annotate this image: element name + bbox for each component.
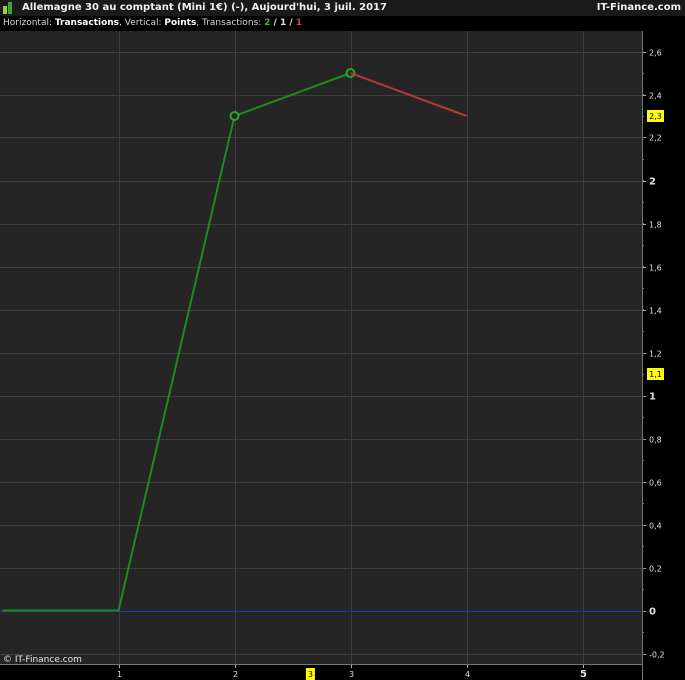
y-tick-label: 1,8 <box>649 221 662 230</box>
x-axis-strip <box>0 664 642 680</box>
y-tick-label: 2,4 <box>649 92 662 101</box>
y-tick-label: 1,4 <box>649 307 662 316</box>
y-tick-label: 0,8 <box>649 436 662 445</box>
x-tick-label: 4 <box>465 670 470 679</box>
x-highlight-label: 3 <box>308 670 313 679</box>
y-tick-label: 1,6 <box>649 264 662 273</box>
y-highlight-label: 2,3 <box>649 112 662 121</box>
y-tick-label: -0,2 <box>649 651 665 660</box>
y-tick-label: 0 <box>649 607 656 618</box>
y-tick-label: 1 <box>649 392 656 403</box>
x-tick-label: 2 <box>233 670 238 679</box>
y-tick-label: 1,2 <box>649 350 662 359</box>
x-tick-label: 1 <box>117 670 122 679</box>
x-tick-label: 3 <box>349 670 354 679</box>
data-point-marker <box>229 111 240 121</box>
plot-area <box>0 31 642 664</box>
copyright-label: © IT-Finance.com <box>3 655 82 665</box>
y-tick-label: 0,4 <box>649 522 662 531</box>
y-tick-label: 2,6 <box>649 49 662 58</box>
y-tick-label: 2 <box>649 177 656 188</box>
y-tick-label: 0,2 <box>649 565 662 574</box>
point-figure-chart: -0,2 0 0,2 0,4 0,6 0,8 1 1,2 1,4 1,6 1,8 2 2,2 2,4 2,6… <box>0 31 685 680</box>
y-tick-label: 0,6 <box>649 479 662 488</box>
y-highlight-label: 1,1 <box>649 370 662 379</box>
x-tick-label: 5 <box>580 669 587 680</box>
y-tick-label: 2,2 <box>649 134 662 143</box>
